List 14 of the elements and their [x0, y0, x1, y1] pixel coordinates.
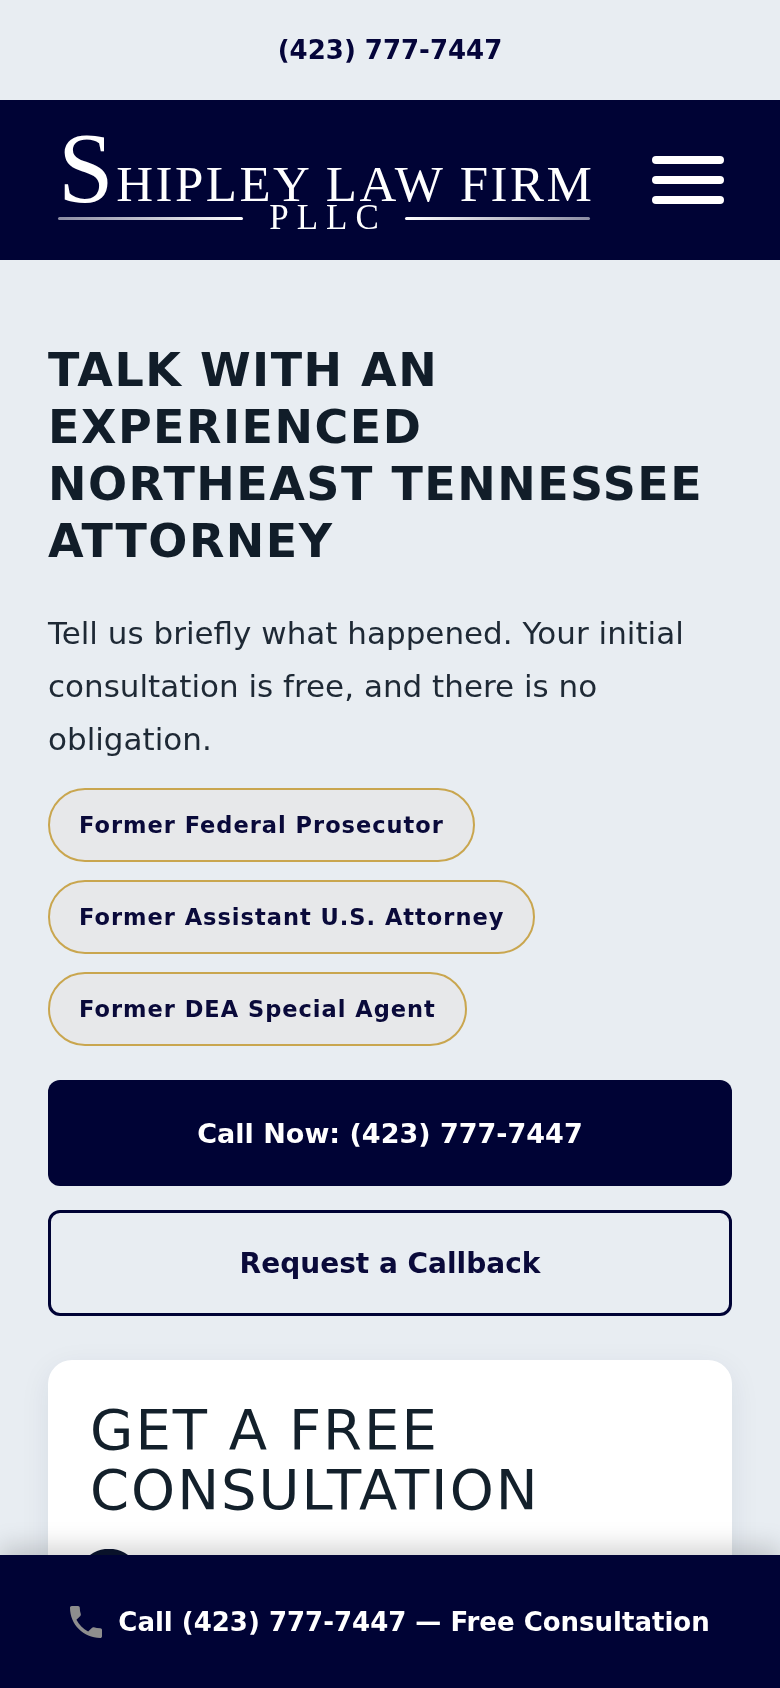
credential-badge: Former Federal Prosecutor — [48, 788, 475, 862]
call-now-button[interactable]: Call Now: (423) 777-7447 — [48, 1080, 732, 1186]
phone-link[interactable]: (423) 777-7447 — [277, 35, 503, 65]
call-link[interactable]: Call (423) 777-7447 — Free Consultation — [70, 1605, 710, 1638]
credential-badge: Former DEA Special Agent — [48, 972, 467, 1046]
menu-icon[interactable] — [652, 156, 724, 204]
logo-wordmark: SHIPLEY LAW FIRM — [58, 133, 590, 203]
credential-badge: Former Assistant U.S. Attorney — [48, 880, 536, 954]
hero-heading: TALK WITH AN EXPERIENCED NORTHEAST TENNESSEE ATTORNEY — [48, 342, 705, 570]
hero-description: Tell us briefly what happened. Your initial consultation is free, and there is no obligation. — [48, 614, 685, 759]
request-callback-button[interactable]: Request a Callback — [48, 1210, 732, 1316]
phone-icon — [70, 1605, 103, 1638]
logo-subtitle: PLLC — [269, 203, 387, 233]
card-heading: GET A FREE CONSULTATION — [90, 1400, 541, 1520]
